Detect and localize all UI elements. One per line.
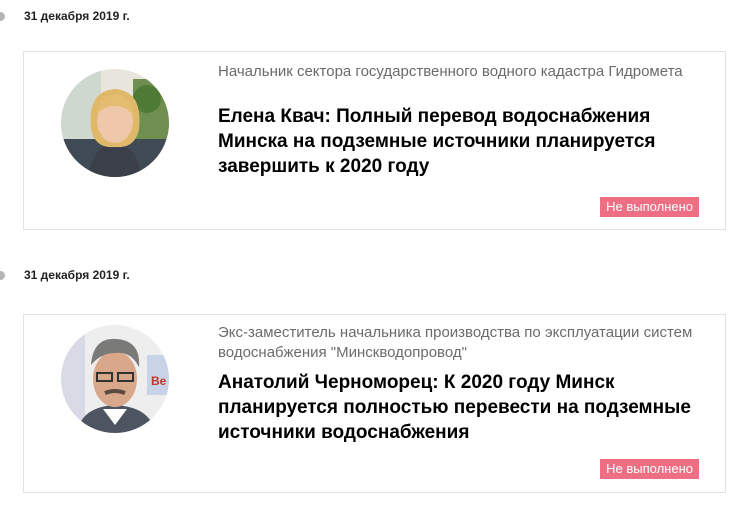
entry-date: 31 декабря 2019 г. [24, 268, 130, 282]
speaker-position: Начальник сектора государственного водно… [218, 63, 683, 80]
timeline-dot [0, 271, 5, 280]
svg-text:Be: Be [151, 374, 167, 388]
avatar: Be [61, 325, 169, 433]
entry-date: 31 декабря 2019 г. [24, 9, 130, 23]
statement-headline[interactable]: Елена Квач: Полный перевод водоснабжения… [218, 104, 708, 179]
timeline-dot [0, 12, 5, 21]
statement-card[interactable]: Be Экс-заместитель начальника производст… [23, 314, 726, 493]
statement-headline[interactable]: Анатолий Черноморец: К 2020 году Минск п… [218, 370, 708, 445]
statement-card[interactable]: Начальник сектора государственного водно… [23, 51, 726, 230]
status-badge: Не выполнено [600, 459, 699, 479]
status-badge: Не выполнено [600, 197, 699, 217]
speaker-position: Экс-заместитель начальника производства … [218, 324, 693, 361]
avatar [61, 69, 169, 177]
